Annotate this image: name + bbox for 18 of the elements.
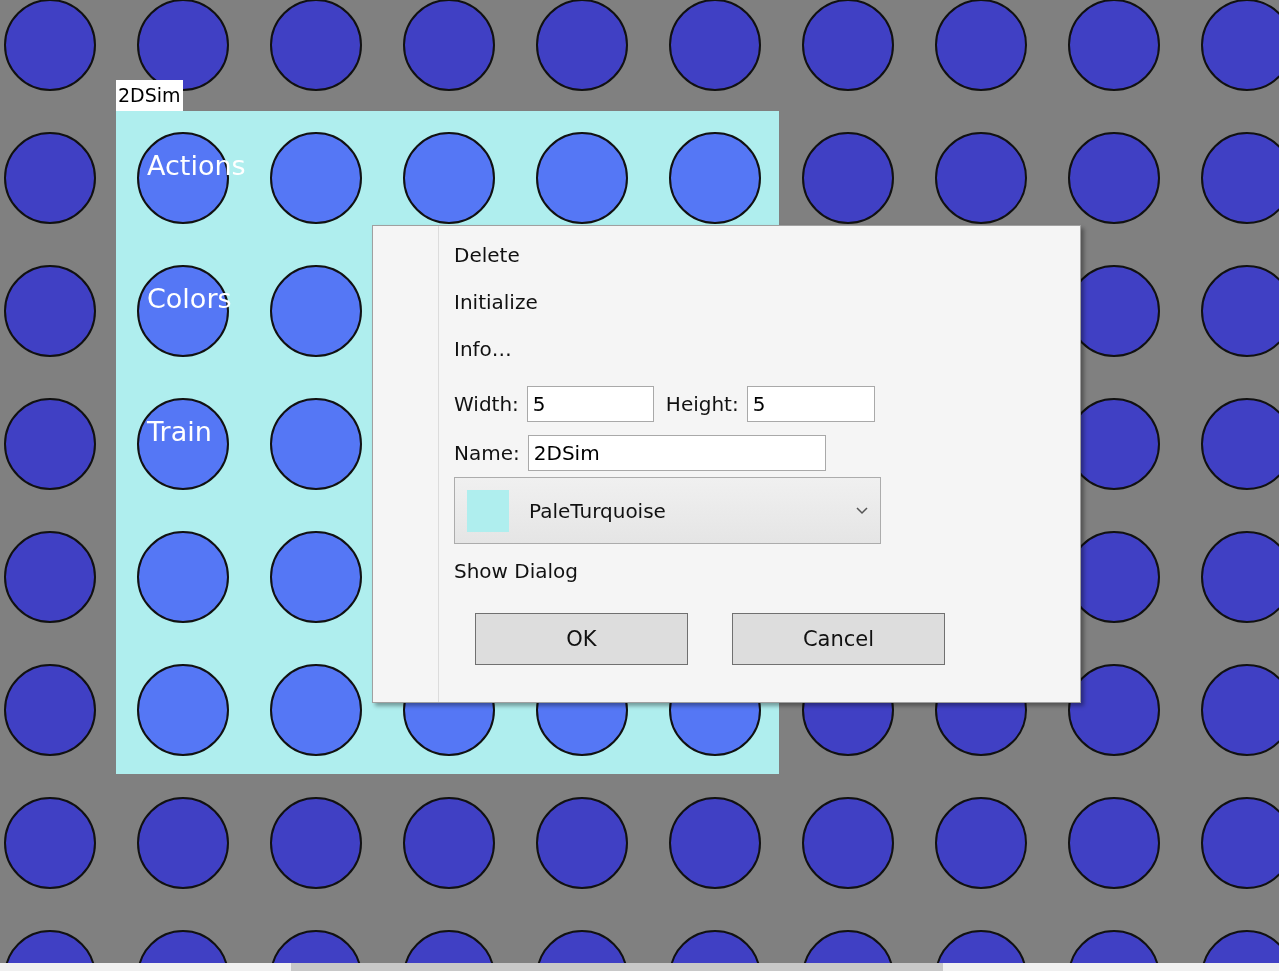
height-field[interactable]: 5 [746, 386, 875, 422]
dialog-button[interactable]: OK [475, 613, 688, 665]
field-label: Width: [454, 392, 519, 416]
menu-item[interactable]: Initialize [454, 281, 1080, 328]
menu-item[interactable]: Info… [454, 328, 1080, 375]
color-swatch [467, 489, 509, 532]
chevron-down-icon [856, 506, 868, 515]
window-title: 2DSim [116, 80, 183, 111]
panel-menu-label[interactable]: Train [147, 415, 212, 449]
name-field[interactable]: 2DSim [527, 435, 826, 471]
field-label: Name: [454, 441, 520, 465]
menu-item[interactable]: Show Dialog [454, 550, 1080, 597]
menu-item[interactable]: Delete [454, 234, 1080, 281]
width-field[interactable]: 5 [526, 386, 654, 422]
scrollbar-thumb[interactable] [291, 963, 943, 971]
dialog-button[interactable]: Cancel [732, 613, 945, 665]
color-dropdown[interactable]: PaleTurquoise [454, 477, 881, 544]
field-label: Height: [665, 392, 739, 416]
